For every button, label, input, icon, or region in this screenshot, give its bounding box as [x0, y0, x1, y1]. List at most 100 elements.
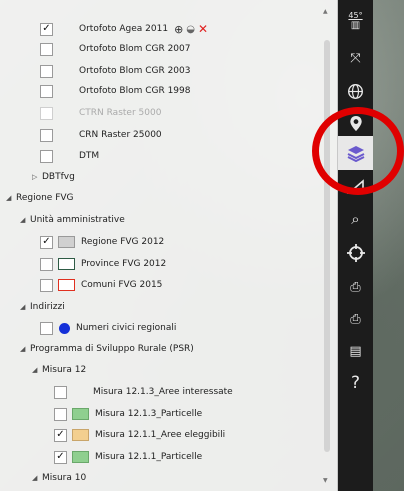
- remove-layer-icon[interactable]: ✕: [198, 22, 208, 36]
- layer-label: Misura 12.1.1_Particelle: [95, 452, 203, 462]
- map-toolbar: 45° ▥ ⤧ ⌕ ⎙ ⎙ ▤ ?: [338, 0, 373, 491]
- globe-icon: [348, 83, 363, 99]
- layer-row[interactable]: ✓ Misura 12.1.1_Particelle: [54, 446, 202, 468]
- layer-checkbox[interactable]: ✓: [40, 235, 53, 249]
- layer-label: CTRN Raster 5000: [79, 108, 162, 118]
- group-misura-12[interactable]: ◢ Misura 12: [32, 359, 86, 381]
- layer-label: Province FVG 2012: [81, 259, 167, 269]
- collapse-arrow-icon[interactable]: ◢: [20, 345, 30, 353]
- group-dbtfvg[interactable]: ▷ DBTfvg: [32, 166, 75, 188]
- layer-row[interactable]: Numeri civici regionali: [40, 317, 176, 339]
- scrollbar[interactable]: ▲ ▼: [321, 6, 331, 484]
- legend-swatch: [72, 451, 89, 463]
- layer-checkbox[interactable]: ✓: [54, 428, 67, 442]
- layer-label: Ortofoto Agea 2011: [79, 24, 169, 34]
- layer-checkbox[interactable]: [40, 64, 53, 78]
- layer-checkbox[interactable]: [54, 407, 67, 421]
- scroll-thumb[interactable]: [324, 40, 330, 452]
- layer-row[interactable]: Misura 12.1.3_Aree interessate: [54, 381, 233, 403]
- print-search-icon: ⎙: [350, 311, 361, 327]
- layer-checkbox[interactable]: [40, 278, 53, 292]
- legend-swatch: [58, 258, 75, 270]
- group-label: Misura 12: [42, 365, 87, 375]
- expand-arrow-icon[interactable]: ▷: [32, 173, 42, 181]
- layer-row[interactable]: Comuni FVG 2015: [40, 274, 162, 296]
- scroll-up-icon[interactable]: ▲: [323, 8, 328, 15]
- layer-label: Ortofoto Blom CGR 1998: [79, 86, 191, 96]
- layer-checkbox[interactable]: [54, 385, 67, 399]
- layer-label: Regione FVG 2012: [81, 237, 165, 247]
- layer-label: Ortofoto Blom CGR 2003: [79, 66, 191, 76]
- layer-checkbox[interactable]: [40, 84, 53, 98]
- layer-checkbox[interactable]: ✓: [40, 22, 53, 36]
- group-label: Indirizzi: [30, 302, 65, 312]
- rotate-view-button[interactable]: 45° ▥: [338, 4, 373, 38]
- fullscreen-button[interactable]: ⤧: [338, 41, 373, 75]
- group-label: Misura 10: [42, 473, 87, 483]
- document-search-icon: ▤: [349, 343, 362, 359]
- layer-row[interactable]: Ortofoto Blom CGR 2007: [40, 38, 190, 60]
- layer-label: Misura 12.1.1_Aree eleggibili: [95, 430, 226, 440]
- layer-row[interactable]: Province FVG 2012: [40, 253, 166, 275]
- layer-row[interactable]: Ortofoto Blom CGR 1998: [40, 80, 190, 102]
- rotate-label: 45°: [348, 11, 363, 20]
- legend-swatch: [58, 236, 75, 248]
- layer-row[interactable]: Misura 12.1.3_Particelle: [54, 403, 202, 425]
- group-label: DBTfvg: [42, 172, 75, 182]
- layer-label: Ortofoto Blom CGR 2007: [79, 44, 191, 54]
- group-label: Regione FVG: [16, 193, 74, 203]
- collapse-arrow-icon[interactable]: ◢: [32, 474, 42, 482]
- print-settings-button[interactable]: ⎙: [338, 270, 373, 304]
- layer-label: DTM: [79, 151, 100, 161]
- layer-checkbox[interactable]: [40, 149, 53, 163]
- group-misura-10[interactable]: ◢ Misura 10: [32, 467, 86, 489]
- help-button[interactable]: ?: [338, 366, 373, 400]
- layer-row[interactable]: DTM: [40, 145, 99, 167]
- layer-checkbox: [40, 106, 53, 120]
- layer-checkbox[interactable]: [40, 42, 53, 56]
- opacity-icon[interactable]: ◒: [186, 24, 195, 35]
- globe-button[interactable]: [338, 74, 373, 108]
- layer-panel: ✓ Ortofoto Agea 2011 ⊕ ◒ ✕ Ortofoto Blom…: [0, 0, 338, 491]
- document-search-button[interactable]: ▤: [338, 334, 373, 368]
- layer-label: Comuni FVG 2015: [81, 280, 163, 290]
- legend-swatch: [58, 279, 75, 291]
- group-unita-amministrative[interactable]: ◢ Unità amministrative: [20, 209, 125, 231]
- fullscreen-icon: ⤧: [350, 50, 361, 66]
- layer-label: CRN Raster 25000: [79, 130, 162, 140]
- group-indirizzi[interactable]: ◢ Indirizzi: [20, 296, 65, 318]
- highlight-circle: [312, 107, 404, 195]
- layer-row[interactable]: CRN Raster 25000: [40, 124, 162, 146]
- search-place-icon: ⌕: [351, 210, 360, 228]
- print-search-button[interactable]: ⎙: [338, 302, 373, 336]
- collapse-arrow-icon[interactable]: ◢: [6, 194, 16, 202]
- layer-row-ortofoto-agea-2011[interactable]: ✓ Ortofoto Agea 2011 ⊕ ◒ ✕: [40, 18, 208, 40]
- layer-label: Numeri civici regionali: [76, 323, 177, 333]
- group-psr[interactable]: ◢ Programma di Sviluppo Rurale (PSR): [20, 338, 194, 360]
- layer-checkbox[interactable]: [40, 321, 53, 335]
- perspective-icon: ▥: [350, 20, 361, 31]
- layer-label: Misura 12.1.3_Particelle: [95, 409, 203, 419]
- layer-label: Misura 12.1.3_Aree interessate: [93, 387, 233, 397]
- crosshair-button[interactable]: [338, 236, 373, 270]
- group-regione-fvg[interactable]: ◢ Regione FVG: [6, 187, 74, 209]
- scroll-down-icon[interactable]: ▼: [323, 477, 328, 484]
- layer-checkbox[interactable]: ✓: [54, 450, 67, 464]
- collapse-arrow-icon[interactable]: ◢: [20, 303, 30, 311]
- collapse-arrow-icon[interactable]: ◢: [20, 216, 30, 224]
- zoom-to-layer-icon[interactable]: ⊕: [174, 23, 183, 36]
- group-label: Programma di Sviluppo Rurale (PSR): [30, 344, 194, 354]
- layer-checkbox[interactable]: [40, 257, 53, 271]
- layer-row[interactable]: ✓ Regione FVG 2012: [40, 231, 164, 253]
- collapse-arrow-icon[interactable]: ◢: [32, 366, 42, 374]
- legend-swatch: [72, 429, 89, 441]
- search-place-button[interactable]: ⌕: [338, 202, 373, 236]
- legend-dot-icon: [59, 322, 70, 334]
- group-label: Unità amministrative: [30, 215, 125, 225]
- layer-checkbox[interactable]: [40, 128, 53, 142]
- layer-row-disabled: CTRN Raster 5000: [40, 102, 161, 124]
- crosshair-icon: [346, 244, 365, 262]
- layer-row[interactable]: Ortofoto Blom CGR 2003: [40, 60, 190, 82]
- help-icon: ?: [350, 373, 361, 393]
- layer-row[interactable]: ✓ Misura 12.1.1_Aree eleggibili: [54, 424, 225, 446]
